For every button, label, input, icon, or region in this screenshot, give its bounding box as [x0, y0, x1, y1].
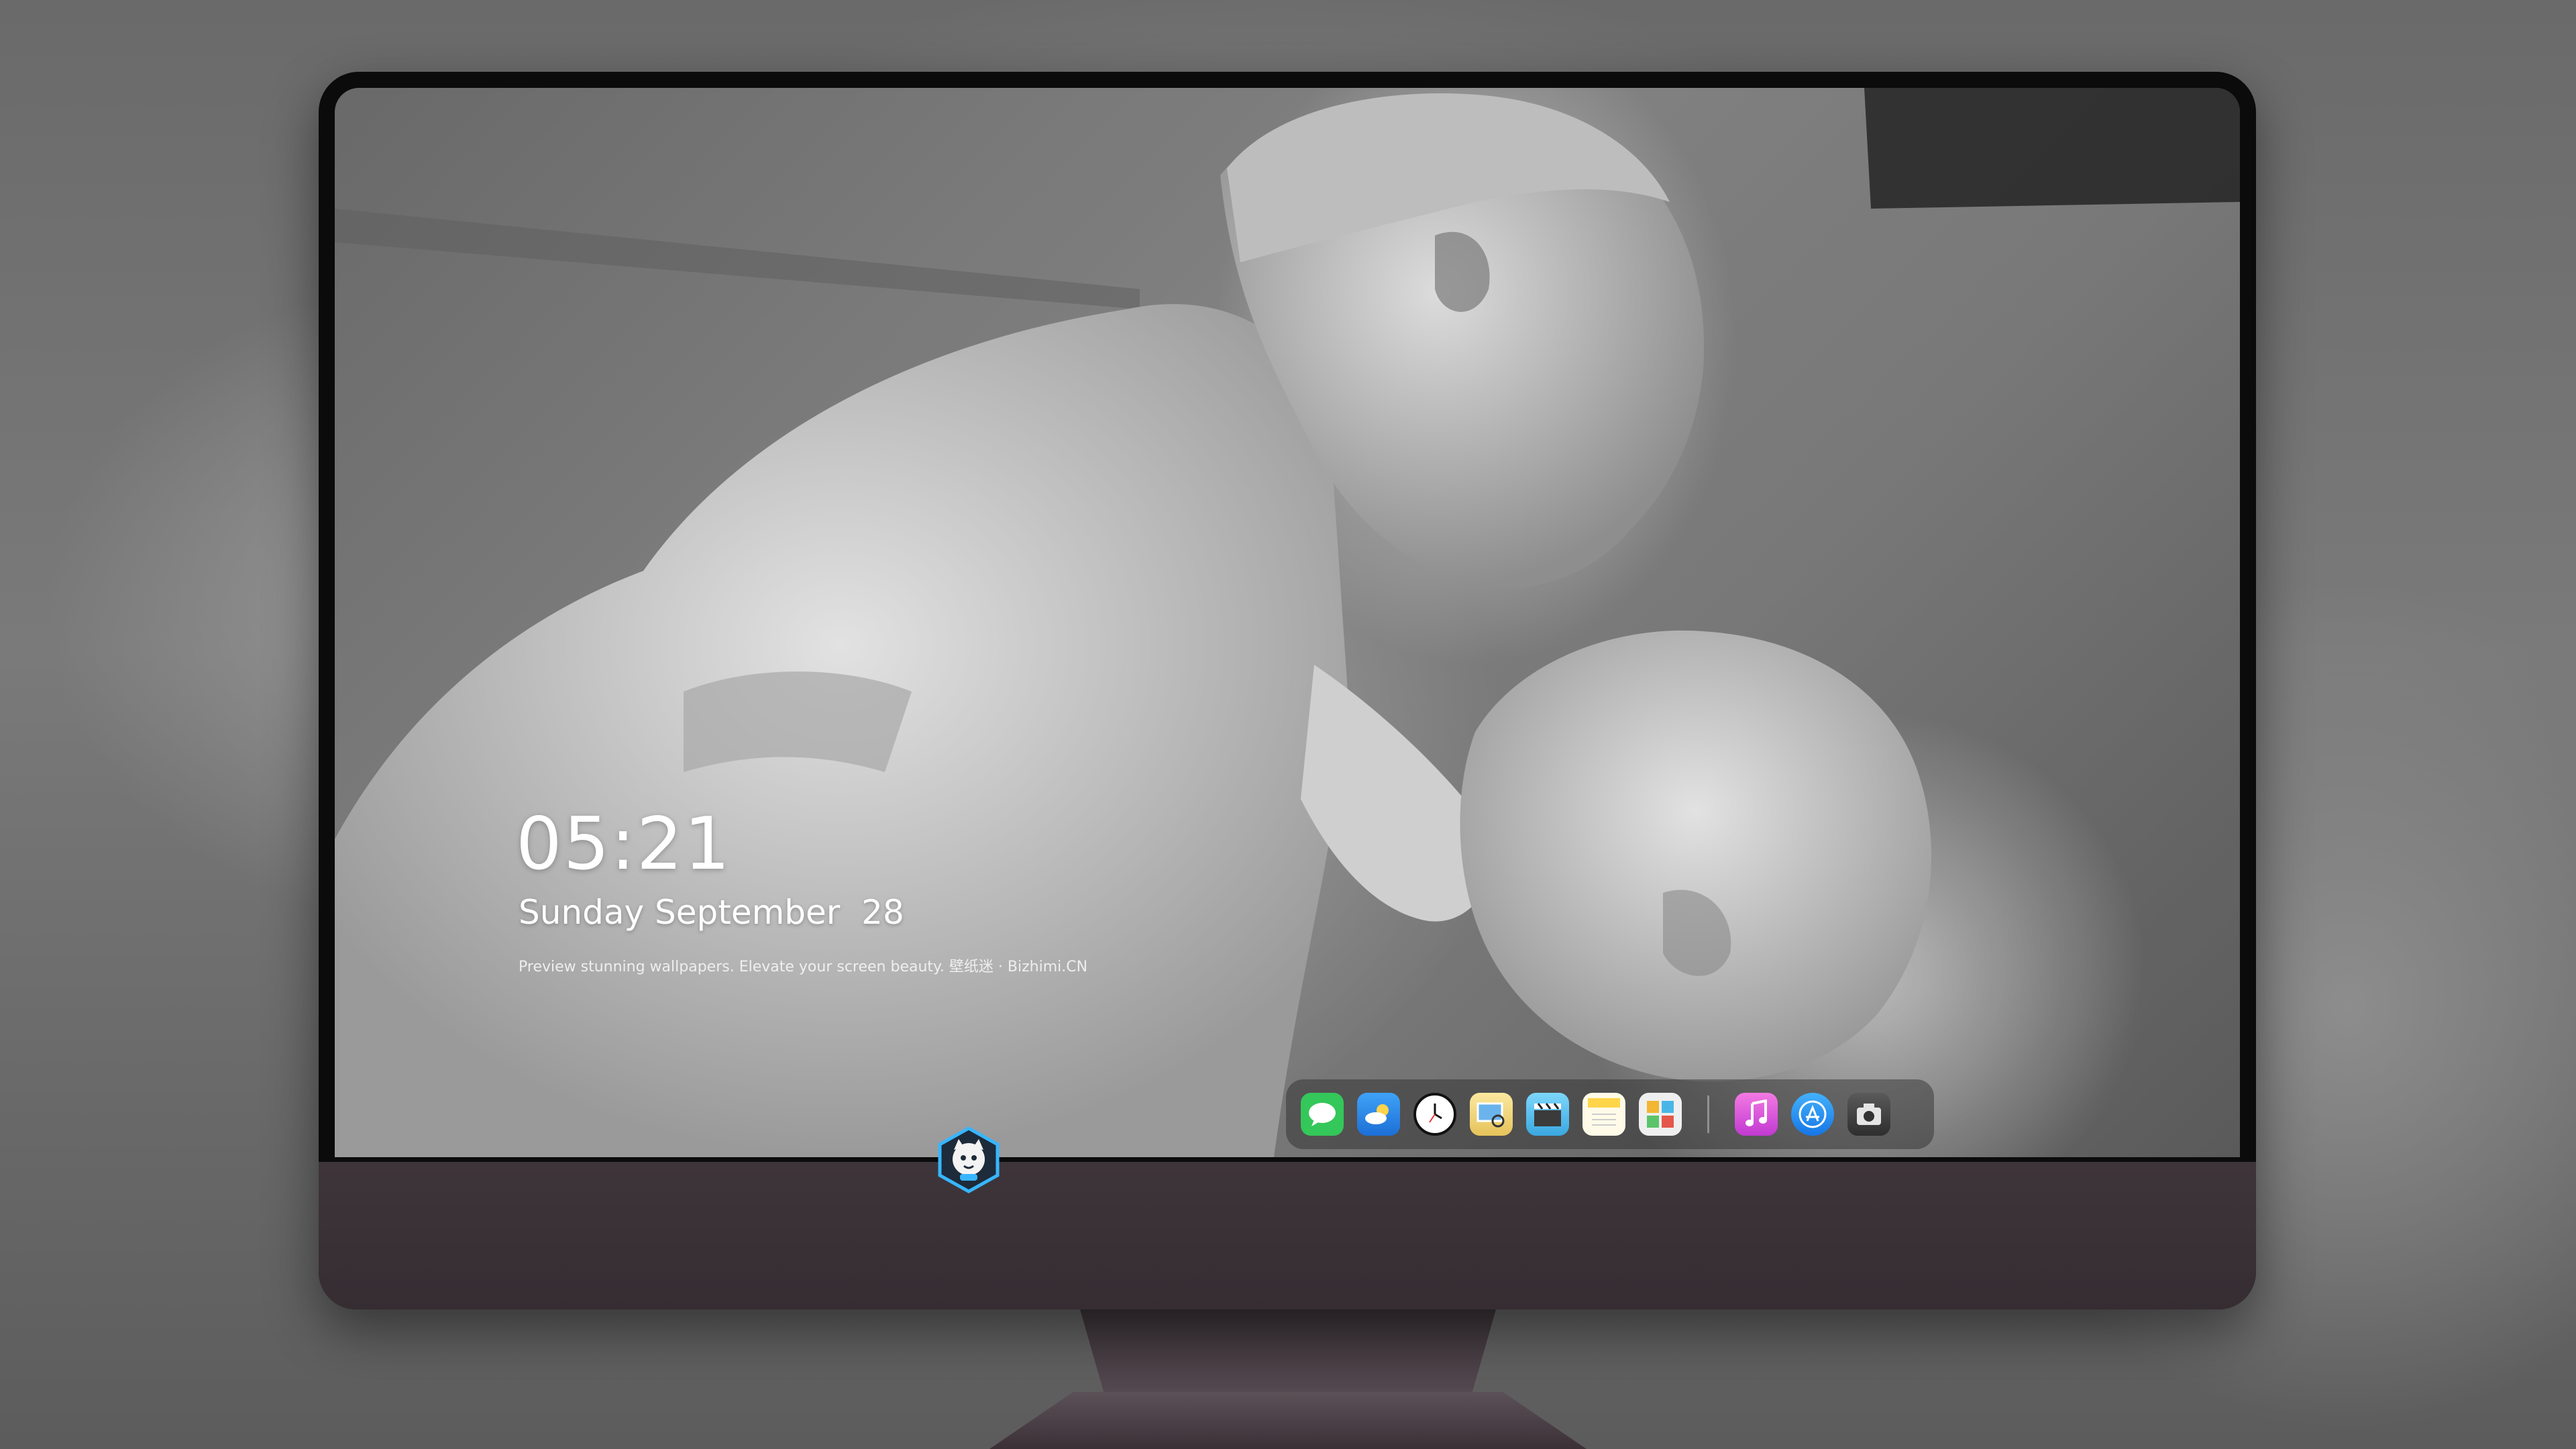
- photo-booth-icon[interactable]: [1639, 1093, 1682, 1136]
- weather-icon[interactable]: [1357, 1093, 1400, 1136]
- final-cut-icon[interactable]: [1526, 1093, 1569, 1136]
- monitor-stand-base: [989, 1392, 1587, 1449]
- itunes-icon[interactable]: [1735, 1093, 1778, 1136]
- clock-icon[interactable]: [1413, 1093, 1456, 1136]
- desktop-screen: 05:21 Sunday September 28 Preview stunni…: [335, 88, 2240, 1157]
- screenshot-icon[interactable]: [1847, 1093, 1890, 1136]
- messages-icon[interactable]: [1301, 1093, 1344, 1136]
- preview-icon[interactable]: [1470, 1093, 1513, 1136]
- lockscreen-date: Sunday September 28: [519, 893, 904, 932]
- wallpaper-statue: [335, 88, 2240, 1157]
- monitor-chin: [319, 1162, 2256, 1309]
- monitor-stand-neck: [1080, 1309, 1496, 1397]
- monitor-frame: 05:21 Sunday September 28 Preview stunni…: [319, 72, 2256, 1309]
- notes-icon[interactable]: [1582, 1093, 1625, 1136]
- lockscreen-time: 05:21: [516, 802, 732, 886]
- app-store-icon[interactable]: [1791, 1093, 1834, 1136]
- mascot-logo-icon: [938, 1126, 1000, 1193]
- lockscreen-caption: Preview stunning wallpapers. Elevate you…: [519, 959, 1088, 975]
- dock: [1286, 1079, 1934, 1149]
- dock-separator: [1707, 1095, 1709, 1133]
